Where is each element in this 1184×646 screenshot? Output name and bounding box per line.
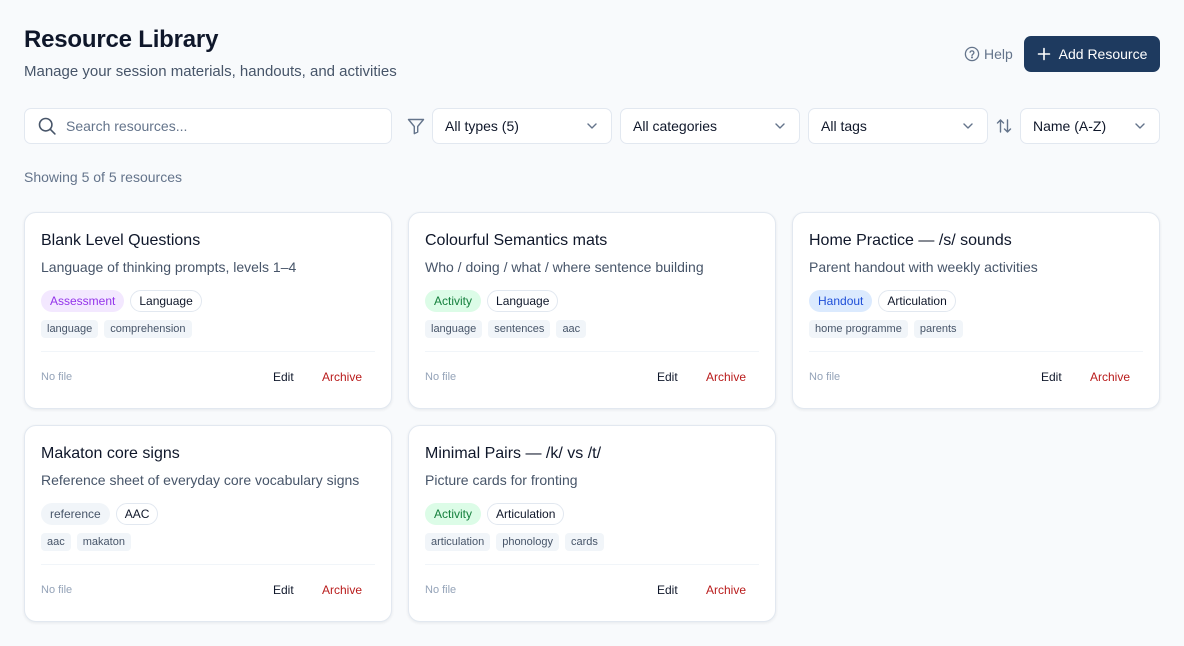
resource-title: Blank Level Questions xyxy=(41,232,201,249)
chevron-down-icon xyxy=(1133,119,1147,133)
tag: sentences xyxy=(488,320,551,338)
sort-select[interactable]: Name (A-Z) xyxy=(1020,108,1160,144)
badge-row: Handout Articulation xyxy=(809,290,956,312)
tag-list: language comprehension xyxy=(41,320,192,338)
tag: makaton xyxy=(76,533,131,551)
resource-description: Parent handout with weekly activities xyxy=(809,259,1038,275)
badge-row: Assessment Language xyxy=(41,290,202,312)
type-filter-value: All types (5) xyxy=(445,118,519,134)
chevron-down-icon xyxy=(961,119,975,133)
search-box[interactable] xyxy=(24,108,392,144)
edit-button[interactable]: Edit xyxy=(657,583,678,597)
type-badge: Activity xyxy=(425,290,482,312)
page-title: Resource Library xyxy=(24,26,219,53)
resource-card: Blank Level Questions Language of thinki… xyxy=(24,212,392,409)
resource-description: Language of thinking prompts, levels 1–4 xyxy=(41,259,297,275)
type-badge: Assessment xyxy=(41,290,125,312)
sort-value: Name (A-Z) xyxy=(1033,118,1107,134)
tag: cards xyxy=(564,533,604,551)
category-badge: Articulation xyxy=(487,503,565,525)
tag: articulation xyxy=(425,533,491,551)
tag: parents xyxy=(913,320,963,338)
edit-button[interactable]: Edit xyxy=(1041,370,1062,384)
badge-row: reference AAC xyxy=(41,503,159,525)
archive-button[interactable]: Archive xyxy=(706,583,746,597)
tag-list: aac makaton xyxy=(41,533,131,551)
tag: language xyxy=(41,320,99,338)
tag: aac xyxy=(41,533,71,551)
filter-icon xyxy=(406,116,426,136)
tag-list: language sentences aac xyxy=(425,320,587,338)
help-button[interactable]: Help xyxy=(964,44,1013,64)
help-circle-icon xyxy=(964,46,980,62)
help-label: Help xyxy=(984,46,1013,62)
add-resource-label: Add Resource xyxy=(1058,46,1148,62)
resource-title: Minimal Pairs — /k/ vs /t/ xyxy=(425,445,602,462)
tag: comprehension xyxy=(104,320,192,338)
card-divider xyxy=(425,351,759,352)
tag-list: articulation phonology cards xyxy=(425,533,604,551)
resource-card: Colourful Semantics mats Who / doing / w… xyxy=(408,212,776,409)
resource-title: Colourful Semantics mats xyxy=(425,232,608,249)
edit-button[interactable]: Edit xyxy=(273,370,294,384)
card-divider xyxy=(425,564,759,565)
type-badge: Handout xyxy=(809,290,873,312)
tag: home programme xyxy=(809,320,908,338)
result-count: Showing 5 of 5 resources xyxy=(24,169,182,185)
category-badge: Language xyxy=(487,290,559,312)
type-badge: reference xyxy=(41,503,110,525)
resource-description: Who / doing / what / where sentence buil… xyxy=(425,259,704,275)
resource-card: Minimal Pairs — /k/ vs /t/ Picture cards… xyxy=(408,425,776,622)
resource-description: Picture cards for fronting xyxy=(425,472,578,488)
resource-card: Home Practice — /s/ sounds Parent handou… xyxy=(792,212,1160,409)
card-divider xyxy=(809,351,1143,352)
search-input[interactable] xyxy=(66,118,366,134)
plus-icon xyxy=(1037,47,1051,61)
tag-list: home programme parents xyxy=(809,320,963,338)
category-filter-select[interactable]: All categories xyxy=(620,108,800,144)
card-divider xyxy=(41,351,375,352)
tag: aac xyxy=(556,320,587,338)
tag: phonology xyxy=(496,533,559,551)
category-badge: Articulation xyxy=(878,290,956,312)
badge-row: Activity Language xyxy=(425,290,559,312)
type-badge: Activity xyxy=(425,503,482,525)
search-icon xyxy=(37,116,57,136)
category-badge: AAC xyxy=(115,503,159,525)
file-status: No file xyxy=(425,584,457,596)
archive-button[interactable]: Archive xyxy=(706,370,746,384)
archive-button[interactable]: Archive xyxy=(322,583,362,597)
resource-title: Home Practice — /s/ sounds xyxy=(809,232,1012,249)
resource-card: Makaton core signs Reference sheet of ev… xyxy=(24,425,392,622)
type-filter-select[interactable]: All types (5) xyxy=(432,108,612,144)
archive-button[interactable]: Archive xyxy=(322,370,362,384)
edit-button[interactable]: Edit xyxy=(273,583,294,597)
card-divider xyxy=(41,564,375,565)
category-badge: Language xyxy=(130,290,202,312)
badge-row: Activity Articulation xyxy=(425,503,565,525)
resource-title: Makaton core signs xyxy=(41,445,180,462)
tag-filter-select[interactable]: All tags xyxy=(808,108,988,144)
file-status: No file xyxy=(809,371,841,383)
resource-description: Reference sheet of everyday core vocabul… xyxy=(41,472,360,488)
category-filter-value: All categories xyxy=(633,118,718,134)
page-subtitle: Manage your session materials, handouts,… xyxy=(24,63,397,80)
tag-filter-value: All tags xyxy=(821,118,867,134)
file-status: No file xyxy=(41,371,73,383)
sort-icon xyxy=(994,116,1014,136)
edit-button[interactable]: Edit xyxy=(657,370,678,384)
chevron-down-icon xyxy=(773,119,787,133)
add-resource-button[interactable]: Add Resource xyxy=(1024,36,1160,72)
tag: language xyxy=(425,320,483,338)
archive-button[interactable]: Archive xyxy=(1090,370,1130,384)
file-status: No file xyxy=(41,584,73,596)
chevron-down-icon xyxy=(585,119,599,133)
file-status: No file xyxy=(425,371,457,383)
